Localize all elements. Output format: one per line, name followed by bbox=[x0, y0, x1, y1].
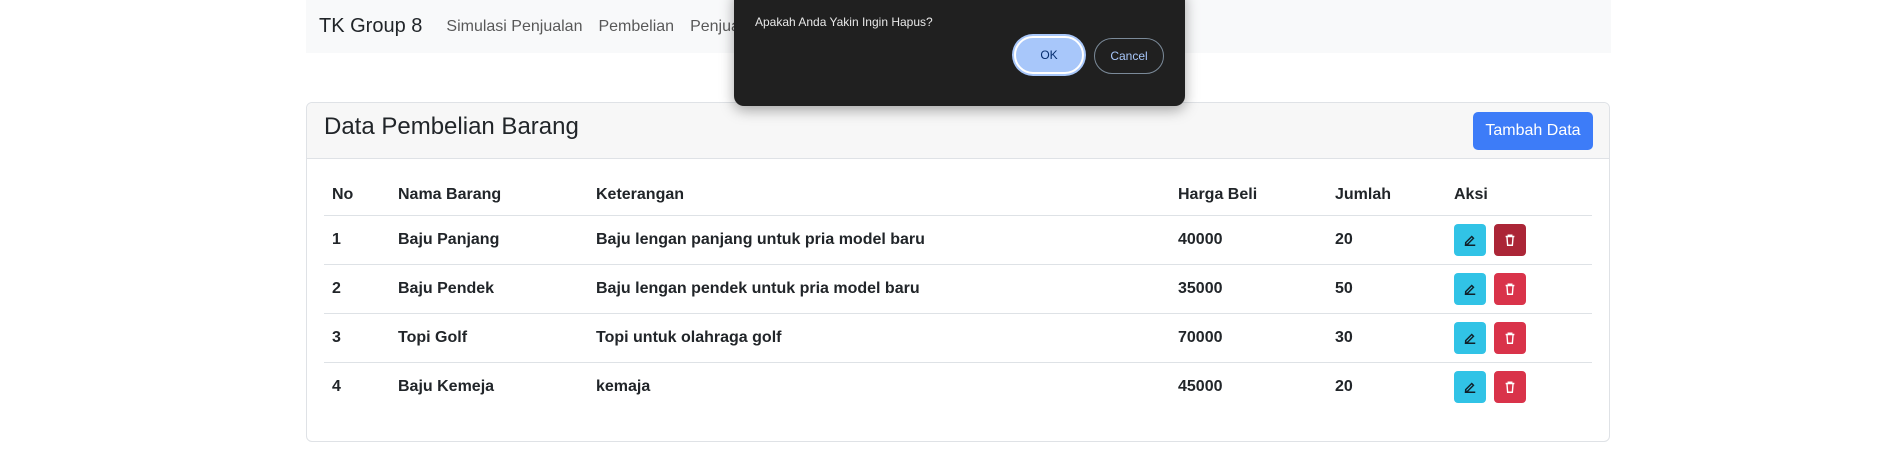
cell-jumlah: 20 bbox=[1327, 362, 1446, 411]
cell-nama-barang: Baju Panjang bbox=[390, 215, 588, 265]
cell-keterangan: kemaja bbox=[588, 362, 1170, 411]
add-data-button[interactable]: Tambah Data bbox=[1473, 112, 1593, 150]
header-aksi: Aksi bbox=[1454, 186, 1488, 203]
cell-jumlah: 30 bbox=[1327, 313, 1446, 363]
table-header-row: No Nama Barang Keterangan Harga Beli Jum… bbox=[324, 175, 1592, 216]
table-row: 3 Topi Golf Topi untuk olahraga golf 700… bbox=[324, 313, 1592, 363]
cell-no: 2 bbox=[324, 264, 390, 314]
cell-aksi bbox=[1446, 215, 1592, 265]
trash-icon bbox=[1506, 234, 1515, 246]
delete-button[interactable] bbox=[1494, 322, 1527, 354]
table-row: 1 Baju Panjang Baju lengan panjang untuk… bbox=[324, 215, 1592, 265]
edit-icon bbox=[1464, 284, 1476, 295]
card-header: Data Pembelian Barang Tambah Data bbox=[307, 103, 1609, 159]
trash-icon bbox=[1506, 283, 1515, 295]
cell-nama-barang: Baju Kemeja bbox=[390, 362, 588, 411]
confirm-dialog: Apakah Anda Yakin Ingin Hapus? OK Cancel bbox=[734, 0, 1185, 106]
edit-button[interactable] bbox=[1454, 224, 1486, 256]
cell-aksi bbox=[1446, 362, 1592, 411]
cell-harga-beli: 70000 bbox=[1170, 313, 1327, 363]
trash-icon bbox=[1506, 381, 1515, 393]
page-title: Data Pembelian Barang bbox=[324, 113, 579, 140]
cancel-button[interactable]: Cancel bbox=[1094, 38, 1164, 74]
cell-nama-barang: Topi Golf bbox=[390, 313, 588, 363]
edit-button[interactable] bbox=[1454, 322, 1486, 354]
delete-button[interactable] bbox=[1494, 224, 1527, 256]
nav-link-pembelian[interactable]: Pembelian bbox=[598, 18, 674, 36]
navbar-brand[interactable]: TK Group 8 bbox=[319, 15, 422, 38]
cell-harga-beli: 35000 bbox=[1170, 264, 1327, 314]
cell-harga-beli: 45000 bbox=[1170, 362, 1327, 411]
edit-icon bbox=[1464, 333, 1476, 344]
edit-icon bbox=[1464, 382, 1476, 393]
cell-no: 4 bbox=[324, 362, 390, 411]
delete-button[interactable] bbox=[1494, 371, 1527, 403]
header-harga-beli: Harga Beli bbox=[1178, 186, 1258, 203]
nav-link-simulasi-penjualan[interactable]: Simulasi Penjualan bbox=[446, 18, 582, 36]
purchase-card: Data Pembelian Barang Tambah Data No Nam… bbox=[306, 102, 1610, 442]
cell-no: 1 bbox=[324, 215, 390, 265]
cell-jumlah: 20 bbox=[1327, 215, 1446, 265]
trash-icon bbox=[1506, 332, 1515, 344]
cell-harga-beli: 40000 bbox=[1170, 215, 1327, 265]
cell-no: 3 bbox=[324, 313, 390, 363]
cell-keterangan: Baju lengan panjang untuk pria model bar… bbox=[588, 215, 1170, 265]
edit-button[interactable] bbox=[1454, 371, 1486, 403]
header-nama-barang: Nama Barang bbox=[398, 186, 502, 203]
dialog-message: Apakah Anda Yakin Ingin Hapus? bbox=[755, 15, 933, 29]
cell-keterangan: Topi untuk olahraga golf bbox=[588, 313, 1170, 363]
cell-keterangan: Baju lengan pendek untuk pria model baru bbox=[588, 264, 1170, 314]
edit-icon bbox=[1464, 235, 1476, 246]
header-keterangan: Keterangan bbox=[596, 186, 685, 203]
ok-button[interactable]: OK bbox=[1014, 36, 1084, 74]
table-row: 2 Baju Pendek Baju lengan pendek untuk p… bbox=[324, 264, 1592, 314]
cell-aksi bbox=[1446, 264, 1592, 314]
header-jumlah: Jumlah bbox=[1335, 186, 1392, 203]
purchase-table: No Nama Barang Keterangan Harga Beli Jum… bbox=[324, 175, 1592, 411]
cell-jumlah: 50 bbox=[1327, 264, 1446, 314]
cell-nama-barang: Baju Pendek bbox=[390, 264, 588, 314]
delete-button[interactable] bbox=[1494, 273, 1527, 305]
edit-button[interactable] bbox=[1454, 273, 1486, 305]
cell-aksi bbox=[1446, 313, 1592, 363]
header-no: No bbox=[332, 186, 354, 203]
table-row: 4 Baju Kemeja kemaja 45000 20 bbox=[324, 362, 1592, 411]
